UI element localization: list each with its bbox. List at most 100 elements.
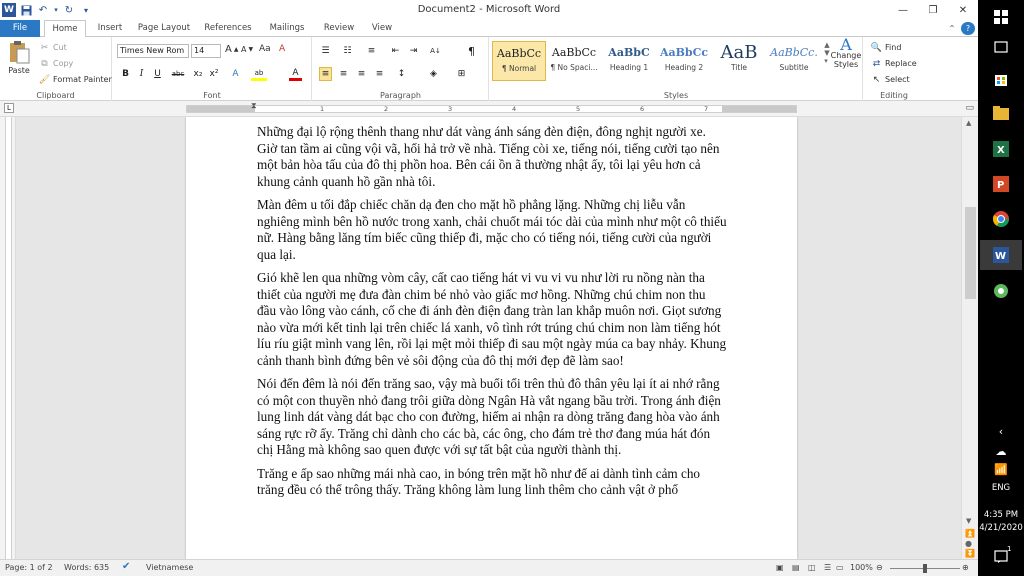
highlight-button[interactable]: ab — [251, 67, 267, 81]
font-size-select[interactable]: 14 — [191, 44, 221, 58]
align-right-icon[interactable]: ≡ — [355, 67, 368, 81]
show-formatting-button[interactable]: ¶ — [465, 44, 478, 58]
page-count[interactable]: Page: 1 of 2 — [5, 563, 53, 572]
text-effects-button[interactable]: A — [229, 67, 242, 81]
document-page[interactable]: Những đại lộ rộng thênh thang như dát và… — [186, 117, 797, 559]
select-browse-object-icon[interactable]: ● — [965, 539, 972, 548]
scroll-down-icon[interactable]: ▼ — [966, 517, 971, 525]
document-paragraph[interactable]: Màn đêm u tối đắp chiếc chăn dạ đen cho … — [257, 197, 727, 263]
document-paragraph[interactable]: Những đại lộ rộng thênh thang như dát và… — [257, 124, 727, 190]
grow-font-button[interactable]: A ▲ — [225, 44, 238, 55]
indent-marker-icon[interactable]: ⧗ — [251, 101, 257, 111]
show-hidden-icons-icon[interactable]: ‹ — [989, 420, 1013, 442]
font-family-select[interactable]: Times New Rom — [117, 44, 189, 58]
tab-review[interactable]: Review — [318, 20, 360, 37]
language-indicator[interactable]: Vietnamese — [146, 563, 193, 572]
cut-button[interactable]: ✂ Cut — [38, 41, 67, 54]
justify-icon[interactable]: ≡ — [373, 67, 386, 81]
clock-time[interactable]: 4:35 PM — [978, 510, 1024, 520]
app-green-icon[interactable] — [989, 280, 1013, 302]
document-paragraph[interactable]: Gió khẽ len qua những vòm cây, cất cao t… — [257, 270, 727, 369]
align-center-icon[interactable]: ≡ — [337, 67, 350, 81]
style-title[interactable]: AaB Title — [712, 41, 766, 81]
change-case-button[interactable]: Aa — [259, 44, 271, 54]
horizontal-ruler[interactable]: L 1 2 3 4 5 6 7 ⧗ ▭ — [0, 101, 978, 117]
clear-formatting-button[interactable]: A — [279, 44, 285, 54]
excel-icon[interactable]: X — [989, 138, 1013, 160]
view-ruler-icon[interactable]: ▭ — [965, 103, 974, 113]
zoom-slider-thumb[interactable] — [923, 564, 927, 573]
copy-button[interactable]: ⧉ Copy — [38, 57, 73, 70]
style-heading-1[interactable]: AaBbC Heading 1 — [602, 41, 656, 81]
close-button[interactable]: ✕ — [948, 0, 978, 20]
replace-button[interactable]: ⇄ Replace — [870, 57, 917, 70]
clock-date[interactable]: 4/21/2020 — [978, 523, 1024, 533]
sort-icon[interactable]: A↓ — [429, 44, 442, 58]
input-language[interactable]: ENG — [978, 483, 1024, 493]
find-button[interactable]: 🔍 Find — [870, 41, 902, 54]
multilevel-list-icon[interactable]: ≡ — [365, 44, 378, 58]
borders-icon[interactable]: ⊞ — [455, 67, 468, 81]
chrome-icon[interactable] — [989, 208, 1013, 230]
zoom-in-icon[interactable]: ⊕ — [962, 563, 969, 572]
document-paragraph[interactable]: Trăng e ấp sao những mái nhà cao, in bón… — [257, 466, 727, 499]
next-page-icon[interactable]: ⏬ — [965, 549, 975, 558]
style-heading-2[interactable]: AaBbCc Heading 2 — [657, 41, 711, 81]
increase-indent-icon[interactable]: ⇥ — [407, 44, 420, 58]
format-painter-button[interactable]: 🖌 Format Painter — [38, 73, 112, 86]
tab-mailings[interactable]: Mailings — [262, 20, 312, 37]
strikethrough-button[interactable]: abc — [169, 67, 187, 81]
web-layout-icon[interactable]: ◫ — [808, 563, 816, 572]
previous-page-icon[interactable]: ⏫ — [965, 529, 975, 538]
scroll-up-icon[interactable]: ▲ — [966, 119, 971, 127]
font-color-button[interactable]: A — [289, 67, 302, 81]
tab-file[interactable]: File — [0, 20, 40, 37]
superscript-button[interactable]: x² — [207, 67, 221, 81]
task-view-icon[interactable] — [989, 36, 1013, 58]
shading-icon[interactable]: ◈ — [427, 67, 440, 81]
tab-view[interactable]: View — [364, 20, 400, 37]
shrink-font-button[interactable]: A ▼ — [241, 45, 253, 54]
network-icon[interactable]: 📶 — [989, 458, 1013, 480]
style-no-spacing[interactable]: AaBbCc ¶ No Spaci... — [547, 41, 601, 81]
full-screen-reading-icon[interactable]: ▤ — [792, 563, 800, 572]
paste-button[interactable]: Paste — [5, 40, 33, 75]
numbering-icon[interactable]: ☷ — [341, 44, 354, 58]
tab-home[interactable]: Home — [44, 20, 86, 38]
file-explorer-icon[interactable] — [989, 102, 1013, 124]
align-left-icon[interactable]: ≡ — [319, 67, 332, 81]
vertical-scrollbar[interactable]: ▲ ▼ ⏫ ● ⏬ — [961, 117, 978, 559]
proofing-icon[interactable]: ✔ — [122, 561, 130, 572]
minimize-button[interactable]: — — [888, 0, 918, 20]
tab-page-layout[interactable]: Page Layout — [134, 20, 194, 37]
line-spacing-icon[interactable]: ↕ — [395, 67, 408, 81]
style-normal[interactable]: AaBbCc ¶ Normal — [492, 41, 546, 81]
powerpoint-icon[interactable]: P — [989, 173, 1013, 195]
word-count[interactable]: Words: 635 — [64, 563, 109, 572]
zoom-level[interactable]: 100% — [850, 563, 873, 572]
tab-selector-icon[interactable]: L — [4, 103, 14, 113]
select-button[interactable]: ↖ Select — [870, 73, 910, 86]
document-paragraph[interactable]: Nói đến đêm là nói đến trăng sao, vậy mà… — [257, 376, 727, 459]
subscript-button[interactable]: x₂ — [191, 67, 205, 81]
change-styles-button[interactable]: A Change Styles — [828, 37, 864, 70]
store-icon[interactable] — [989, 68, 1013, 90]
start-windows-icon[interactable] — [989, 6, 1013, 28]
vertical-ruler[interactable] — [0, 117, 16, 559]
bold-button[interactable]: B — [119, 67, 132, 81]
help-icon[interactable]: ? — [961, 22, 975, 35]
word-taskbar-icon[interactable]: W — [989, 244, 1013, 266]
zoom-out-icon[interactable]: ⊖ — [876, 563, 883, 572]
minimize-ribbon-icon[interactable]: ⌃ — [945, 20, 959, 37]
print-layout-icon[interactable]: ▣ — [776, 563, 784, 572]
tab-references[interactable]: References — [200, 20, 256, 37]
document-body[interactable]: Những đại lộ rộng thênh thang như dát và… — [257, 124, 727, 506]
bullets-icon[interactable]: ☰ — [319, 44, 332, 58]
underline-button[interactable]: U — [151, 67, 164, 81]
outline-icon[interactable]: ☰ — [824, 563, 831, 572]
scrollbar-thumb[interactable] — [965, 207, 976, 299]
italic-button[interactable]: I — [135, 67, 148, 81]
tab-insert[interactable]: Insert — [90, 20, 130, 37]
restore-button[interactable]: ❐ — [918, 0, 948, 20]
style-subtitle[interactable]: AaBbCc. Subtitle — [767, 41, 821, 81]
